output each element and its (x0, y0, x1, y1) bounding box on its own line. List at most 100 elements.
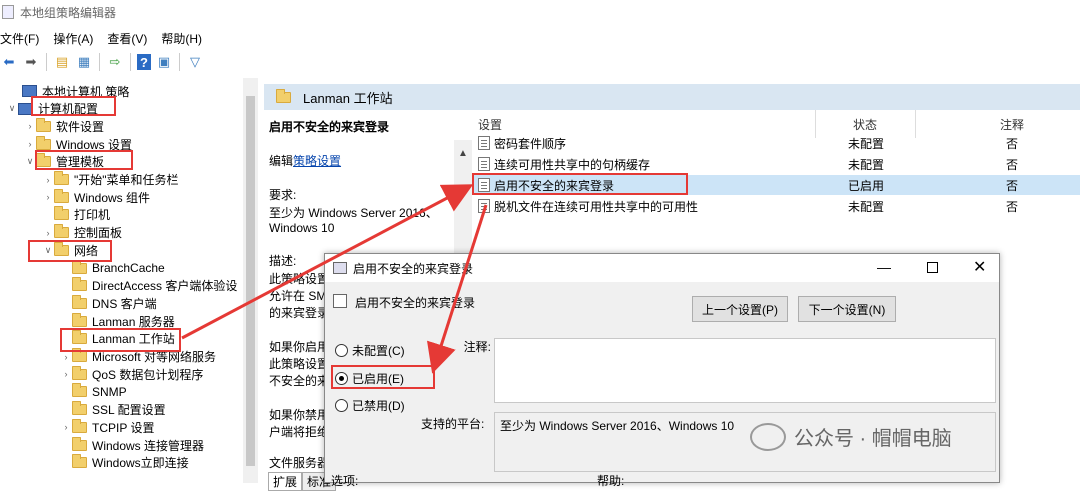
up-folder-icon[interactable]: ▤ (53, 53, 71, 71)
desc-line: 的来宾登录 (269, 306, 330, 320)
folder-icon (36, 117, 51, 132)
tree-scrollbar[interactable] (243, 78, 258, 483)
comment-label: 注释: (463, 340, 491, 354)
chevron-right-icon[interactable]: › (60, 369, 72, 379)
tree-item[interactable]: DNS 客户端 (60, 294, 157, 312)
tree-item-label: BranchCache (92, 261, 165, 275)
platform-label: 支持的平台: (421, 417, 485, 431)
tree-item[interactable]: Windows 连接管理器 (60, 436, 204, 454)
table-row[interactable]: 脱机文件在连续可用性共享中的可用性 未配置 否 (472, 196, 1080, 216)
folder-icon (54, 224, 69, 239)
next-setting-button[interactable]: 下一个设置(N) (798, 296, 896, 322)
desc-edit: 编辑策略设置 (269, 152, 341, 169)
maximize-icon[interactable] (927, 262, 938, 273)
comment-field[interactable] (494, 338, 996, 403)
highlight-policy-row (472, 173, 688, 195)
highlight-enabled-radio (331, 365, 435, 389)
tree-item-label: SSL 配置设置 (92, 403, 166, 418)
scrollbar-thumb[interactable] (246, 96, 255, 466)
tree-item-label: DirectAccess 客户端体验设 (92, 279, 238, 294)
right-pane-header: Lanman 工作站 (264, 84, 1080, 110)
tree-item-label: 控制面板 (74, 226, 123, 241)
chevron-right-icon[interactable]: › (24, 121, 36, 131)
menu-bar: 文件(F) 操作(A) 查看(V) 帮助(H) (0, 27, 216, 49)
tree-item[interactable]: › TCPIP 设置 (60, 418, 154, 436)
folder-icon (276, 88, 291, 103)
tree-item-label: 打印机 (74, 208, 111, 223)
chevron-right-icon[interactable]: › (60, 352, 72, 362)
show-tree-icon[interactable]: ▦ (75, 53, 93, 71)
watermark: 公众号 · 帽帽电脑 (750, 422, 952, 451)
menu-help[interactable]: 帮助(H) (161, 30, 202, 47)
tree-item[interactable]: DirectAccess 客户端体验设 (60, 277, 237, 295)
folder-icon (54, 206, 69, 221)
prev-setting-button[interactable]: 上一个设置(P) (692, 296, 788, 322)
help-label: 帮助: (597, 474, 625, 488)
desc-line: 允许在 SM (269, 289, 327, 303)
tree-item[interactable]: › 软件设置 (24, 117, 104, 135)
tree-item-label: DNS 客户端 (92, 296, 157, 311)
desc-line: 如果你启用 (269, 340, 330, 354)
highlight-lanman-workstation (60, 328, 181, 352)
radio-circle[interactable] (335, 399, 348, 412)
right-header-title: Lanman 工作站 (303, 90, 393, 106)
setting-name: 脱机文件在连续可用性共享中的可用性 (494, 199, 699, 214)
radio-circle[interactable] (335, 344, 348, 357)
close-icon[interactable]: ✕ (973, 257, 986, 277)
col-state[interactable]: 状态 (853, 116, 877, 133)
edit-policy-link[interactable]: 策略设置 (293, 154, 341, 168)
folder-icon (54, 188, 69, 203)
filter-icon[interactable]: ▽ (186, 53, 204, 71)
platform-value: 至少为 Windows Server 2016、Windows 10 (500, 419, 735, 433)
chevron-right-icon[interactable]: › (60, 422, 72, 432)
tree-item[interactable]: › "开始"菜单和任务栏 (42, 171, 179, 189)
back-icon[interactable]: ⬅ (0, 53, 18, 71)
tree-item[interactable]: › 控制面板 (42, 224, 122, 242)
desc-line: 不安全的来 (269, 374, 330, 388)
chevron-down-icon[interactable]: ∨ (6, 103, 18, 114)
setting-state: 未配置 (848, 199, 885, 214)
radio-label: 未配置(C) (352, 344, 405, 358)
menu-file[interactable]: 文件(F) (0, 30, 39, 47)
tree-item[interactable]: SNMP (60, 383, 127, 401)
tree-item-label: "开始"菜单和任务栏 (74, 173, 179, 187)
table-row[interactable]: 密码套件顺序 未配置 否 (472, 133, 1080, 153)
export-icon[interactable]: ⇨ (106, 53, 124, 71)
tree-item[interactable]: Windows立即连接 (60, 454, 189, 472)
setting-comment: 否 (1006, 178, 1019, 193)
title-bar: 本地组策略编辑器 (0, 0, 1080, 24)
forward-icon[interactable]: ➡ (22, 53, 40, 71)
chevron-right-icon[interactable]: › (24, 139, 36, 149)
minimize-icon[interactable]: — (877, 259, 891, 275)
help-icon[interactable]: ? (137, 54, 151, 70)
scroll-up-icon[interactable]: ▲ (454, 148, 472, 159)
table-row[interactable]: 连续可用性共享中的句柄缓存 未配置 否 (472, 154, 1080, 174)
req-text-1: 至少为 Windows Server 2016、 (269, 206, 438, 220)
tree-item[interactable]: SSL 配置设置 (60, 401, 166, 419)
tree-item-label: SNMP (92, 384, 127, 399)
folder-icon (54, 171, 69, 185)
radio-disabled[interactable]: 已禁用(D) (335, 397, 405, 414)
tab-extended[interactable]: 扩展 (268, 472, 303, 491)
policy-icon (333, 262, 347, 274)
chevron-right-icon[interactable]: › (42, 192, 54, 202)
policy-setting-icon (478, 199, 490, 213)
dialog-subtitle: 启用不安全的来宾登录 (355, 296, 476, 310)
toolbar-divider (99, 53, 100, 71)
col-setting[interactable]: 设置 (478, 116, 502, 133)
req-text-2: Windows 10 (269, 221, 335, 235)
menu-view[interactable]: 查看(V) (107, 30, 147, 47)
highlight-admin-templates (35, 150, 133, 170)
properties-icon[interactable]: ▣ (155, 53, 173, 71)
chevron-right-icon[interactable]: › (42, 228, 54, 238)
folder-icon (72, 348, 87, 362)
policy-setting-icon (478, 136, 490, 150)
tree-item-label: 软件设置 (56, 119, 105, 134)
tree-item[interactable]: › QoS 数据包计划程序 (60, 365, 203, 383)
tree-item[interactable]: 打印机 (42, 206, 110, 224)
chevron-right-icon[interactable]: › (42, 175, 54, 185)
radio-not-configured[interactable]: 未配置(C) (335, 342, 405, 359)
tree-item[interactable]: › Windows 组件 (42, 188, 150, 206)
menu-action[interactable]: 操作(A) (53, 30, 93, 47)
col-comment[interactable]: 注释 (1000, 116, 1024, 133)
